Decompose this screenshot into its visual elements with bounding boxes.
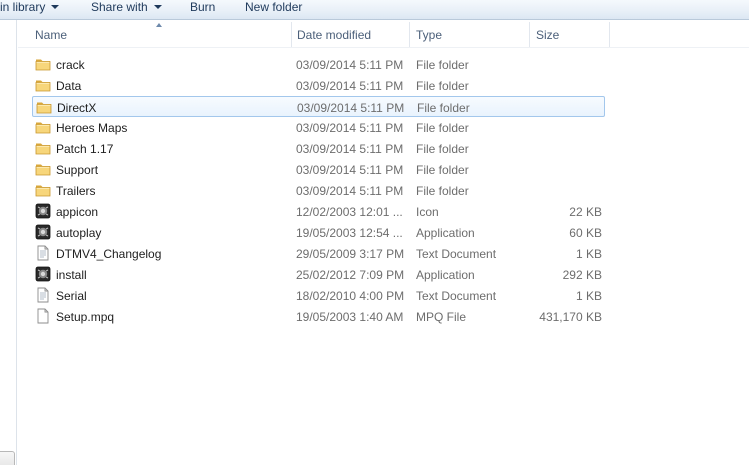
file-name: DTMV4_Changelog bbox=[56, 247, 162, 261]
navigation-pane[interactable] bbox=[0, 20, 17, 465]
file-row[interactable]: Heroes Maps 03/09/2014 5:11 PM File folder bbox=[32, 117, 605, 138]
column-header-name-label: Name bbox=[35, 28, 68, 42]
file-name: appicon bbox=[56, 205, 99, 219]
file-date-modified: 03/09/2014 5:11 PM bbox=[296, 79, 404, 93]
file-type: MPQ File bbox=[416, 310, 467, 324]
column-header-date-label: Date modified bbox=[297, 28, 372, 42]
new-folder-label: New folder bbox=[245, 0, 303, 14]
text-document-icon bbox=[35, 245, 51, 261]
blank-file-icon bbox=[35, 308, 51, 324]
file-type: File folder bbox=[417, 101, 470, 115]
file-name: crack bbox=[56, 58, 85, 72]
file-name: Setup.mpq bbox=[56, 310, 115, 324]
file-size: 292 KB bbox=[562, 268, 602, 282]
file-date-modified: 12/02/2003 12:01 ... bbox=[296, 205, 403, 219]
file-row[interactable]: DirectX 03/09/2014 5:11 PM File folder bbox=[32, 96, 605, 117]
folder-icon bbox=[35, 140, 51, 156]
sort-ascending-icon bbox=[156, 23, 162, 27]
file-date-modified: 03/09/2014 5:11 PM bbox=[296, 163, 404, 177]
folder-icon bbox=[36, 99, 52, 115]
navigation-scrollbar[interactable] bbox=[0, 451, 15, 465]
column-header-size[interactable]: Size bbox=[531, 22, 610, 47]
file-type: File folder bbox=[416, 58, 469, 72]
text-document-icon bbox=[35, 287, 51, 303]
chevron-down-icon bbox=[51, 5, 60, 9]
file-size: 60 KB bbox=[569, 226, 602, 240]
file-name: DirectX bbox=[57, 101, 97, 115]
file-date-modified: 03/09/2014 5:11 PM bbox=[297, 101, 405, 115]
file-name: Data bbox=[56, 79, 82, 93]
command-bar: in library Share with Burn New folder bbox=[0, 0, 749, 20]
burn-button[interactable]: Burn bbox=[190, 0, 215, 17]
folder-icon bbox=[35, 56, 51, 72]
file-name: Patch 1.17 bbox=[56, 142, 114, 156]
file-type: Text Document bbox=[416, 247, 497, 261]
file-date-modified: 03/09/2014 5:11 PM bbox=[296, 121, 404, 135]
column-header-type[interactable]: Type bbox=[411, 22, 530, 47]
folder-icon bbox=[35, 161, 51, 177]
file-size: 1 KB bbox=[575, 247, 602, 261]
file-row[interactable]: Data 03/09/2014 5:11 PM File folder bbox=[32, 75, 605, 96]
file-row[interactable]: Serial 18/02/2010 4:00 PM Text Document 1 K… bbox=[32, 285, 605, 306]
file-name: Trailers bbox=[56, 184, 96, 198]
file-name: Heroes Maps bbox=[56, 121, 128, 135]
column-header-size-label: Size bbox=[536, 28, 560, 42]
file-row[interactable]: autoplay 19/05/2003 12:54 ... Application 6… bbox=[32, 222, 605, 243]
column-header-type-label: Type bbox=[416, 28, 443, 42]
file-type: Application bbox=[416, 268, 475, 282]
file-type: File folder bbox=[416, 121, 469, 135]
file-row[interactable]: crack 03/09/2014 5:11 PM File folder bbox=[32, 54, 605, 75]
file-size: 431,170 KB bbox=[539, 310, 602, 324]
file-date-modified: 25/02/2012 7:09 PM bbox=[296, 268, 405, 282]
chevron-down-icon bbox=[153, 5, 162, 9]
share-with-label: Share with bbox=[91, 0, 148, 14]
folder-icon bbox=[35, 182, 51, 198]
file-row[interactable]: DTMV4_Changelog 29/05/2009 3:17 PM Text Do… bbox=[32, 243, 605, 264]
file-type: File folder bbox=[416, 184, 469, 198]
burn-label: Burn bbox=[190, 0, 216, 14]
file-type: Text Document bbox=[416, 289, 497, 303]
file-date-modified: 03/09/2014 5:11 PM bbox=[296, 58, 404, 72]
file-name: Support bbox=[56, 163, 99, 177]
include-in-library-label: in library bbox=[0, 0, 46, 14]
file-type: File folder bbox=[416, 79, 469, 93]
game-icon bbox=[35, 266, 51, 282]
header-divider bbox=[18, 47, 749, 48]
folder-icon bbox=[35, 119, 51, 135]
folder-icon bbox=[35, 77, 51, 93]
file-date-modified: 03/09/2014 5:11 PM bbox=[296, 184, 404, 198]
file-date-modified: 19/05/2003 12:54 ... bbox=[296, 226, 403, 240]
include-in-library-button[interactable]: in library bbox=[0, 0, 60, 17]
share-with-button[interactable]: Share with bbox=[91, 0, 162, 17]
file-size: 22 KB bbox=[569, 205, 602, 219]
file-name: Serial bbox=[56, 289, 87, 303]
file-type: Application bbox=[416, 226, 475, 240]
file-type: File folder bbox=[416, 163, 469, 177]
column-header-date-modified[interactable]: Date modified bbox=[292, 22, 410, 47]
file-name: autoplay bbox=[56, 226, 102, 240]
file-row[interactable]: Support 03/09/2014 5:11 PM File folder bbox=[32, 159, 605, 180]
file-type: File folder bbox=[416, 142, 469, 156]
file-row[interactable]: Trailers 03/09/2014 5:11 PM File folder bbox=[32, 180, 605, 201]
file-date-modified: 03/09/2014 5:11 PM bbox=[296, 142, 404, 156]
game-icon bbox=[35, 203, 51, 219]
file-row[interactable]: Patch 1.17 03/09/2014 5:11 PM File folder bbox=[32, 138, 605, 159]
new-folder-button[interactable]: New folder bbox=[245, 0, 302, 17]
file-type: Icon bbox=[416, 205, 439, 219]
file-row[interactable]: install 25/02/2012 7:09 PM Application 292 … bbox=[32, 264, 605, 285]
file-size: 1 KB bbox=[575, 289, 602, 303]
game-icon bbox=[35, 224, 51, 240]
file-date-modified: 29/05/2009 3:17 PM bbox=[296, 247, 405, 261]
file-name: install bbox=[56, 268, 87, 282]
file-date-modified: 19/05/2003 1:40 AM bbox=[296, 310, 404, 324]
file-date-modified: 18/02/2010 4:00 PM bbox=[296, 289, 405, 303]
file-row[interactable]: Setup.mpq 19/05/2003 1:40 AM MPQ File 431,1… bbox=[32, 306, 605, 327]
file-row[interactable]: appicon 12/02/2003 12:01 ... Icon 22 KB bbox=[32, 201, 605, 222]
